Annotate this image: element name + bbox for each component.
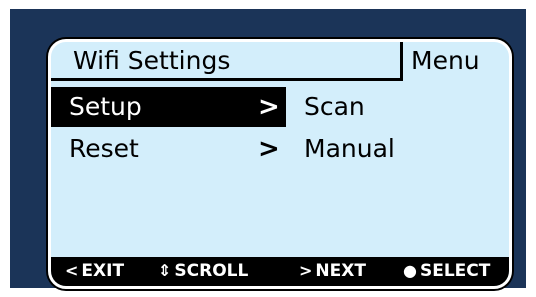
submenu-item-manual[interactable]: Manual <box>304 131 395 167</box>
scroll-label: SCROLL <box>174 261 249 281</box>
chevron-left-icon: < <box>65 261 79 280</box>
menu-label[interactable]: Menu <box>411 45 480 77</box>
menu-item-label: Setup <box>69 92 142 121</box>
next-button[interactable]: > NEXT <box>299 260 366 282</box>
chevron-right-icon: > <box>299 261 313 280</box>
title-bar: Wifi Settings <box>51 42 403 81</box>
select-button[interactable]: ● SELECT <box>403 260 490 282</box>
footer-bar: < EXIT ⇕ SCROLL > NEXT ● SELECT <box>51 257 509 286</box>
next-label: NEXT <box>315 261 366 281</box>
submenu-item-scan[interactable]: Scan <box>304 89 365 125</box>
lcd-screen: Wifi Settings Menu Setup > Scan Reset > … <box>48 39 512 289</box>
exit-label: EXIT <box>81 261 125 281</box>
menu-item-setup[interactable]: Setup > <box>51 87 286 127</box>
chevron-right-icon: > <box>258 134 280 164</box>
select-label: SELECT <box>419 261 491 281</box>
device-bezel: Wifi Settings Menu Setup > Scan Reset > … <box>10 9 526 289</box>
menu-item-reset[interactable]: Reset > <box>51 129 286 169</box>
up-down-arrow-icon: ⇕ <box>158 261 172 280</box>
chevron-right-icon: > <box>258 92 280 122</box>
menu-item-label: Reset <box>69 134 139 163</box>
dot-icon: ● <box>403 261 417 280</box>
page-title: Wifi Settings <box>73 46 231 75</box>
scroll-button[interactable]: ⇕ SCROLL <box>158 260 248 282</box>
exit-button[interactable]: < EXIT <box>65 260 124 282</box>
